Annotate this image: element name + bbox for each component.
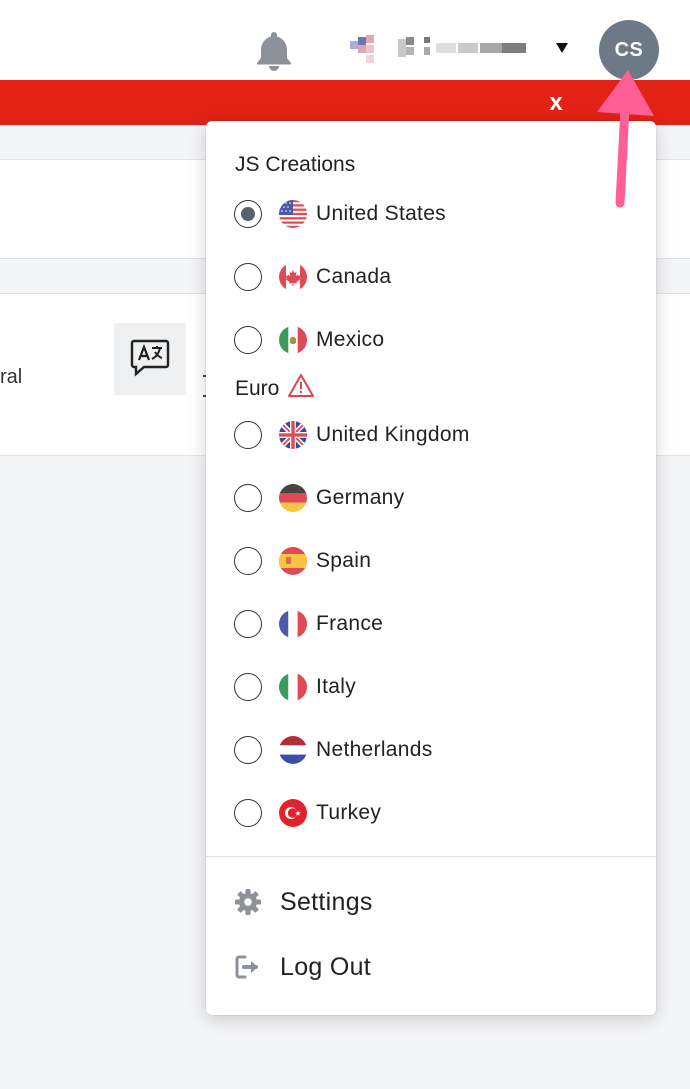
banner-close-button[interactable]: x xyxy=(545,89,567,117)
account-selector[interactable] xyxy=(350,35,540,65)
bell-icon[interactable] xyxy=(252,28,296,72)
group-title-label: JS Creations xyxy=(235,153,356,176)
store-option-netherlands[interactable]: Netherlands xyxy=(234,734,433,766)
option-label: Italy xyxy=(316,675,357,698)
annotation-arrow xyxy=(590,60,665,210)
nl-flag-icon xyxy=(279,736,307,764)
store-option-mexico[interactable]: Mexico xyxy=(234,324,384,356)
logout-label: Log Out xyxy=(280,952,372,981)
us-flag-icon xyxy=(279,200,307,228)
store-option-france[interactable]: France xyxy=(234,608,383,640)
logout-icon xyxy=(234,953,262,981)
top-bar xyxy=(0,0,690,80)
option-label: United States xyxy=(316,202,446,225)
menu-divider xyxy=(206,856,656,857)
store-option-canada[interactable]: Canada xyxy=(234,261,391,293)
store-option-united-states[interactable]: United States xyxy=(234,198,446,230)
option-label: Netherlands xyxy=(316,738,433,761)
fr-flag-icon xyxy=(279,610,307,638)
tr-flag-icon xyxy=(279,799,307,827)
option-label: France xyxy=(316,612,384,635)
store-option-germany[interactable]: Germany xyxy=(234,482,404,514)
radio-button[interactable] xyxy=(234,421,262,449)
translate-button[interactable] xyxy=(114,323,186,395)
radio-button[interactable] xyxy=(234,799,262,827)
es-flag-icon xyxy=(279,547,307,575)
warning-icon xyxy=(287,373,315,405)
gb-flag-icon xyxy=(279,421,307,449)
de-flag-icon xyxy=(279,484,307,512)
option-label: Germany xyxy=(316,486,405,509)
option-label: Turkey xyxy=(316,801,382,824)
radio-button[interactable] xyxy=(234,326,262,354)
radio-button[interactable] xyxy=(234,610,262,638)
radio-button[interactable] xyxy=(234,736,262,764)
translate-icon xyxy=(128,335,172,384)
option-label: Canada xyxy=(316,265,392,288)
store-option-spain[interactable]: Spain xyxy=(234,545,371,577)
option-label: Mexico xyxy=(316,328,385,351)
group-title-js-creations: JS Creations xyxy=(235,153,355,177)
ca-flag-icon xyxy=(279,263,307,291)
store-option-turkey[interactable]: Turkey xyxy=(234,797,381,829)
logout-menu-item[interactable]: Log Out xyxy=(234,949,371,985)
option-label: Spain xyxy=(316,549,372,572)
store-option-united-kingdom[interactable]: United Kingdom xyxy=(234,419,470,451)
option-label: United Kingdom xyxy=(316,423,470,446)
alert-banner xyxy=(0,80,690,125)
background-text: ral xyxy=(0,366,23,388)
caret-down-icon[interactable] xyxy=(555,41,569,53)
radio-button[interactable] xyxy=(234,673,262,701)
mx-flag-icon xyxy=(279,326,307,354)
gear-icon xyxy=(234,888,262,916)
group-title-label: Euro xyxy=(235,377,280,400)
avatar-initials: CS xyxy=(614,38,644,61)
settings-menu-item[interactable]: Settings xyxy=(234,884,373,920)
radio-button[interactable] xyxy=(234,200,262,228)
radio-button[interactable] xyxy=(234,484,262,512)
radio-button[interactable] xyxy=(234,263,262,291)
it-flag-icon xyxy=(279,673,307,701)
radio-button[interactable] xyxy=(234,547,262,575)
settings-label: Settings xyxy=(280,887,373,916)
store-option-italy[interactable]: Italy xyxy=(234,671,356,703)
group-title-euro: Euro xyxy=(235,373,315,405)
account-dropdown: JS Creations United States Canada Mexico… xyxy=(206,121,656,1015)
